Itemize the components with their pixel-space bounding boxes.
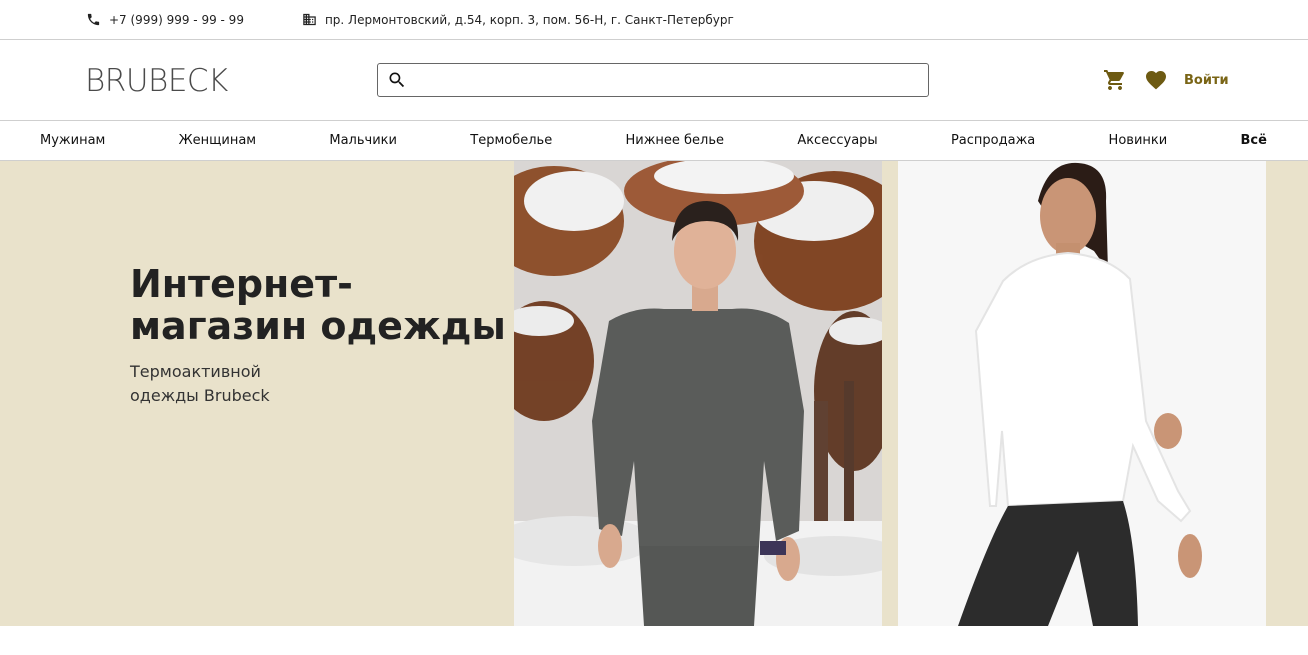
building-icon [303, 13, 316, 26]
phone-contact[interactable]: +7 (999) 999 - 99 - 99 [86, 12, 244, 27]
nav-item-sale[interactable]: Распродажа [951, 133, 1035, 148]
nav-item-new[interactable]: Новинки [1109, 133, 1168, 148]
header: BRUBECK Войти [0, 40, 1308, 121]
phone-number[interactable]: +7 (999) 999 - 99 - 99 [109, 13, 244, 27]
nav-item-all[interactable]: Всё [1240, 133, 1266, 148]
nav-item-underwear[interactable]: Нижнее белье [625, 133, 724, 148]
hero-subtitle: Термоактивной одежды Brubeck [130, 362, 270, 405]
address-contact: пр. Лермонтовский, д.54, корп. 3, пом. 5… [302, 12, 734, 27]
heart-icon[interactable] [1144, 68, 1168, 92]
hero-banner: Интернет-магазин одежды Термоактивной од… [0, 161, 1308, 626]
cart-icon[interactable] [1103, 68, 1127, 92]
nav-item-accessories[interactable]: Аксессуары [797, 133, 877, 148]
brand-logo[interactable]: BRUBECK [85, 63, 228, 99]
nav-item-boys[interactable]: Мальчики [329, 133, 397, 148]
nav-item-men[interactable]: Мужинам [40, 133, 105, 148]
search-icon[interactable] [387, 70, 407, 90]
search-box[interactable] [377, 63, 929, 97]
phone-icon [87, 13, 100, 26]
page-body-start [0, 626, 1308, 655]
hero-title: Интернет-магазин одежды [130, 262, 506, 348]
header-actions: Войти [1103, 68, 1229, 92]
nav-item-thermal[interactable]: Термобелье [470, 133, 552, 148]
address-text: пр. Лермонтовский, д.54, корп. 3, пом. 5… [324, 12, 734, 27]
search-input[interactable] [413, 64, 928, 96]
woman-illustration [898, 161, 1266, 626]
login-link[interactable]: Войти [1184, 73, 1229, 88]
hero-photo-man[interactable] [514, 161, 882, 626]
man-illustration [514, 161, 882, 626]
nav-item-women[interactable]: Женщинам [179, 133, 256, 148]
hero-photo-woman[interactable] [898, 161, 1266, 626]
topbar: +7 (999) 999 - 99 - 99 пр. Лермонтовский… [0, 0, 1308, 40]
main-nav: Мужинам Женщинам Мальчики Термобелье Ниж… [0, 121, 1308, 161]
